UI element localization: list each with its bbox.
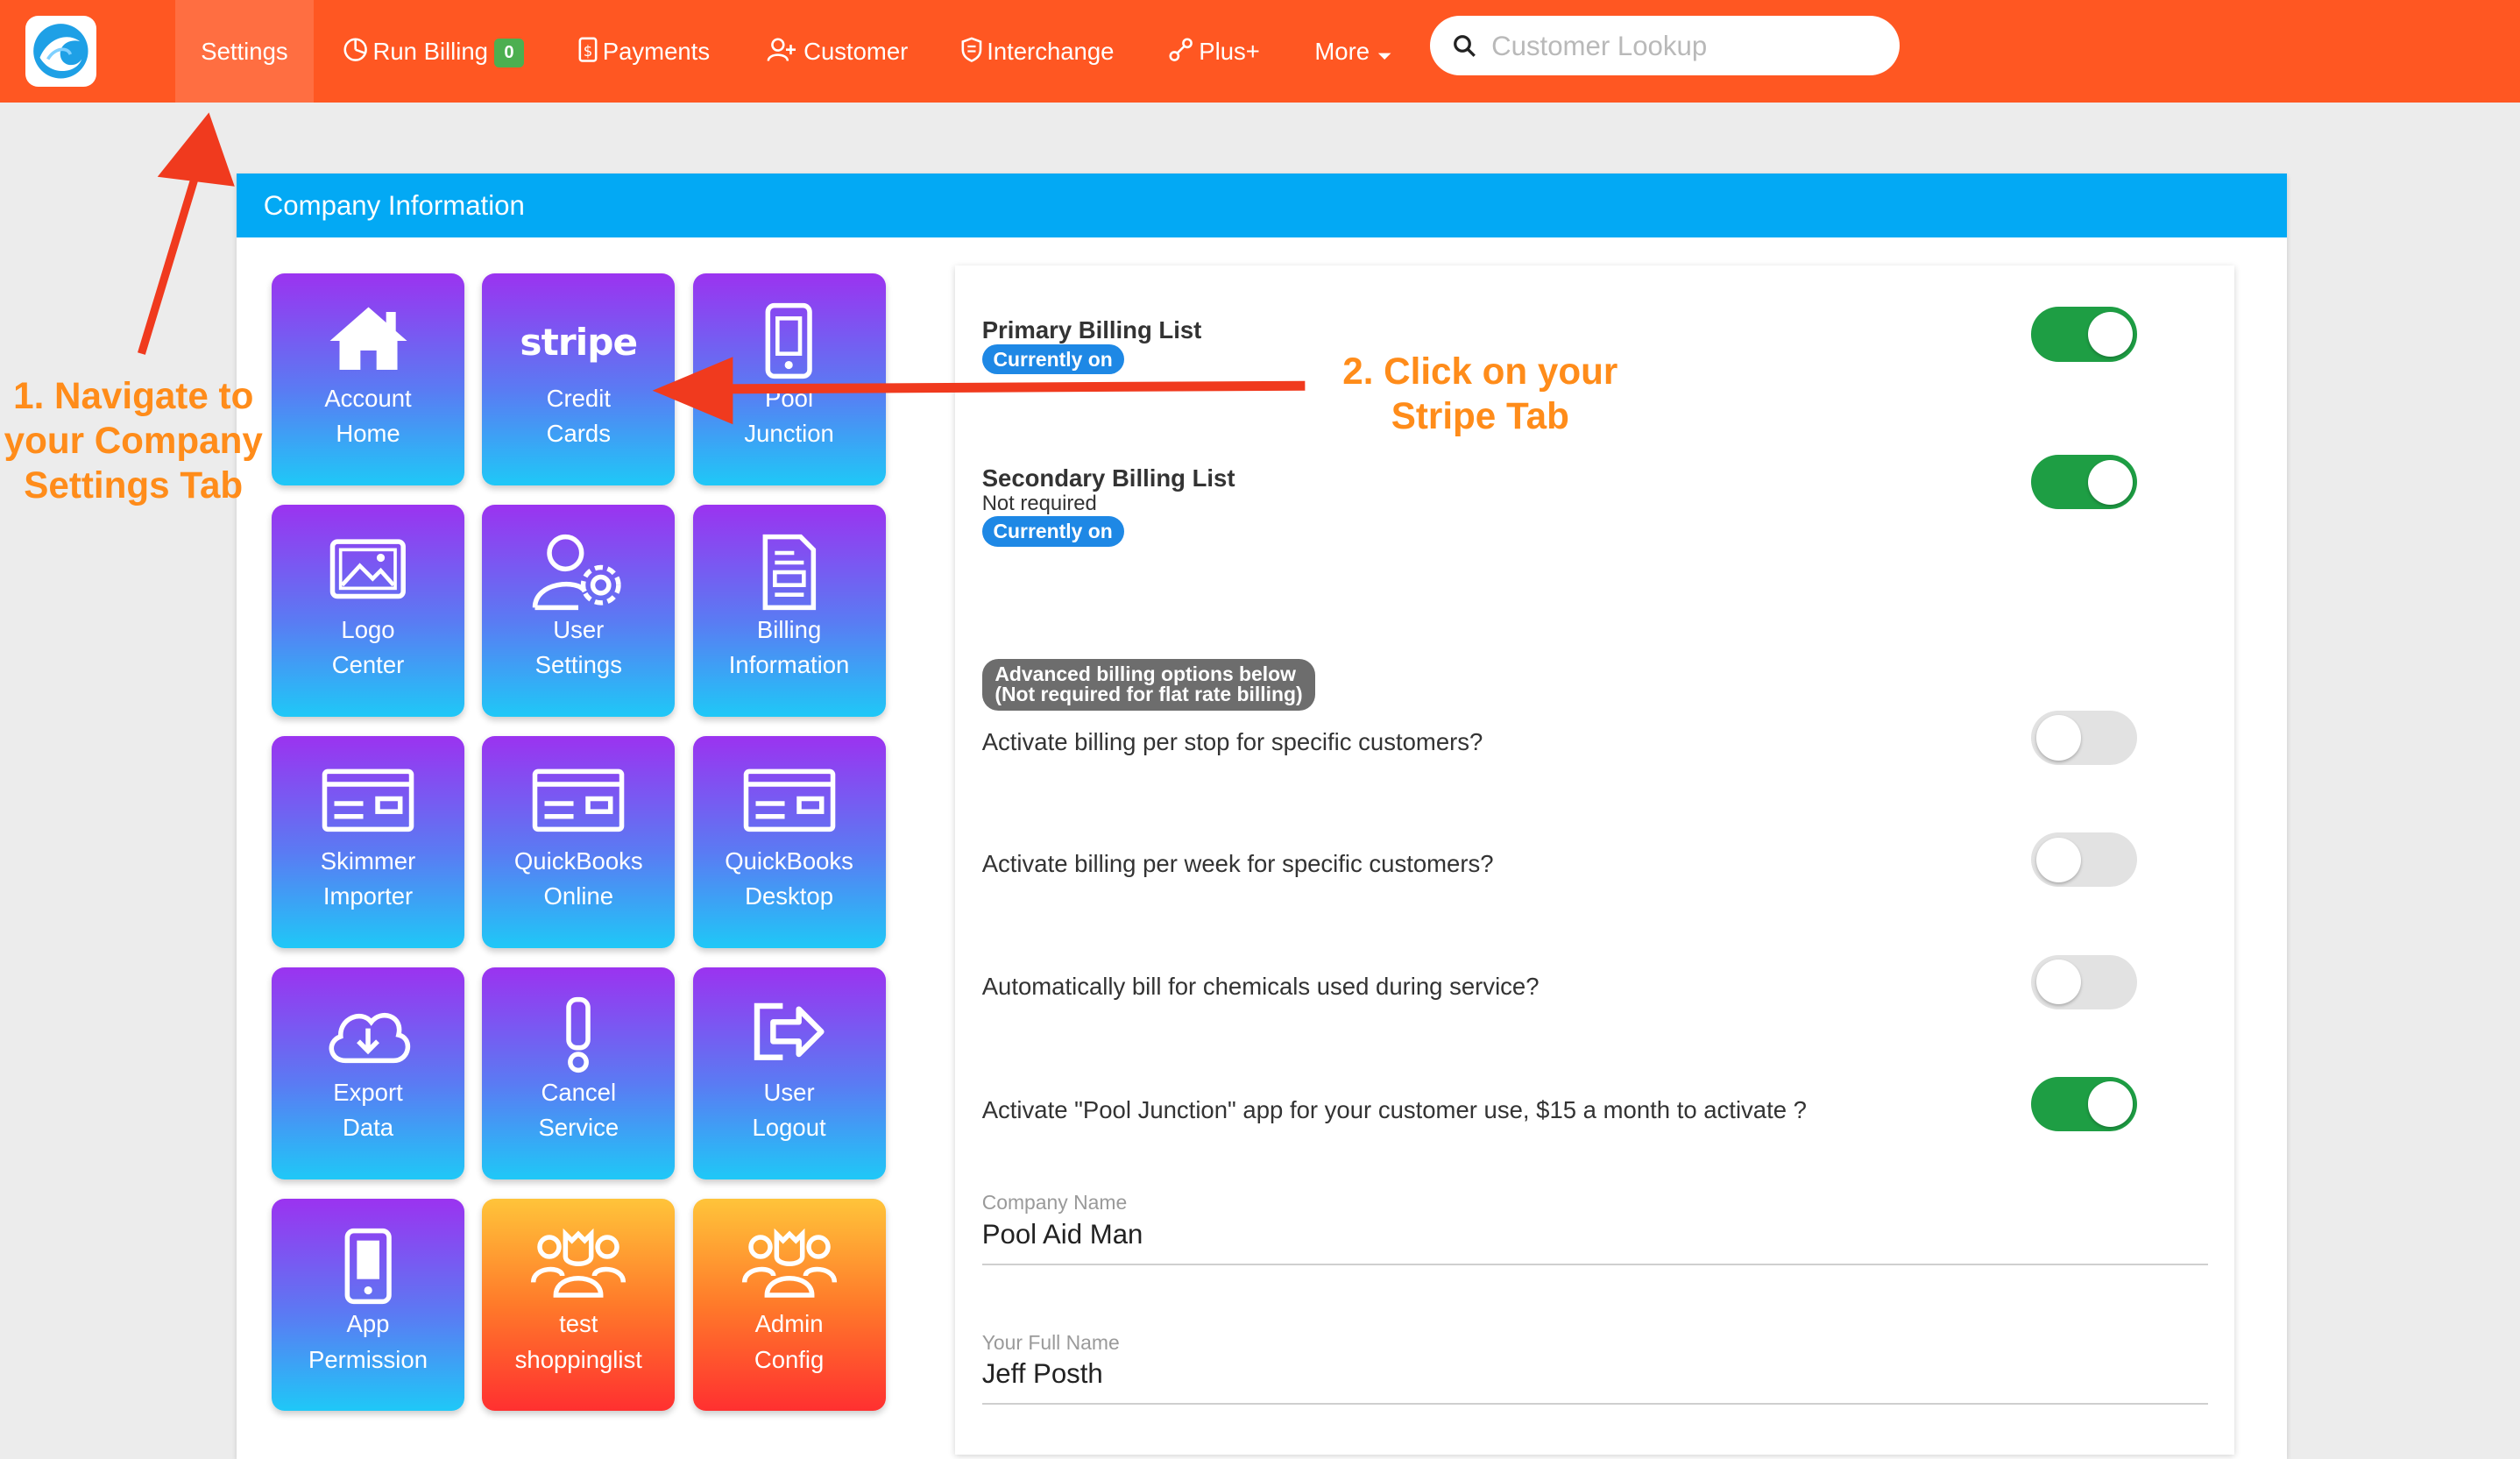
annotation-arrows <box>138 112 1306 425</box>
annotation-step-1-line1: 1. Navigate to <box>13 374 254 416</box>
annotation-step-1-line2: your Company <box>4 419 263 461</box>
annotation-step-1-line3: Settings Tab <box>24 464 244 506</box>
arrow-to-stripe <box>652 357 1306 425</box>
annotation-step-2: 2. Click on your Stripe Tab <box>1327 349 1632 439</box>
arrow-to-settings <box>138 112 235 355</box>
annotation-step-1: 1. Navigate to your Company Settings Tab <box>0 373 266 508</box>
annotation-step-2-line2: Stripe Tab <box>1391 395 1569 437</box>
annotation-step-2-line1: 2. Click on your <box>1342 351 1618 393</box>
